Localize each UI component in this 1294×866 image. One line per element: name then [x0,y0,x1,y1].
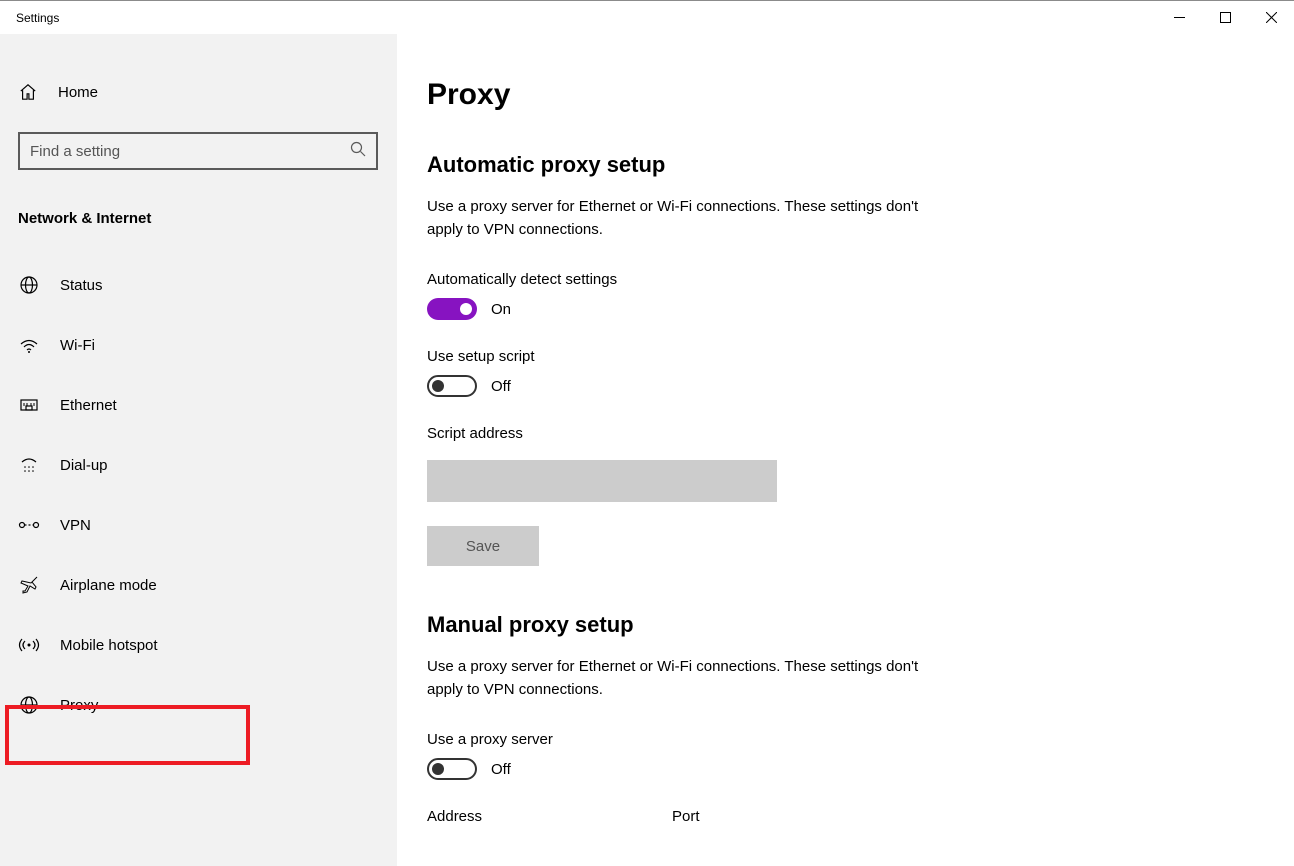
sidebar-nav: Status Wi-Fi Ethernet Dial-up VPN [18,255,379,735]
search-icon [350,141,366,162]
vpn-icon [18,518,40,532]
auto-detect-label: Automatically detect settings [427,271,1294,288]
sidebar-item-vpn[interactable]: VPN [18,495,379,555]
use-proxy-state: Off [491,761,511,778]
status-icon [18,275,40,295]
minimize-icon [1174,12,1185,23]
nav-home-label: Home [58,84,98,101]
window-title: Settings [16,11,59,25]
sidebar-item-wifi[interactable]: Wi-Fi [18,315,379,375]
sidebar-item-label: Dial-up [60,457,108,474]
use-script-toggle[interactable] [427,375,477,397]
proxy-icon [18,695,40,715]
script-address-label: Script address [427,425,1294,442]
sidebar-item-label: Status [60,277,103,294]
main-content: Proxy Automatic proxy setup Use a proxy … [397,34,1294,866]
sidebar-item-airplane[interactable]: Airplane mode [18,555,379,615]
airplane-icon [18,575,40,595]
auto-detect-state: On [491,301,511,318]
sidebar-item-status[interactable]: Status [18,255,379,315]
use-script-state: Off [491,378,511,395]
manual-proxy-heading: Manual proxy setup [427,612,1294,638]
sidebar: Home Network & Internet Status Wi-Fi [0,34,397,866]
search-input[interactable] [30,143,350,160]
sidebar-item-label: Ethernet [60,397,117,414]
dialup-icon [18,455,40,475]
address-label: Address [427,808,482,825]
manual-proxy-desc: Use a proxy server for Ethernet or Wi-Fi… [427,656,957,701]
maximize-icon [1220,12,1231,23]
sidebar-item-label: Airplane mode [60,577,157,594]
ethernet-icon [18,395,40,415]
search-box[interactable] [18,132,378,170]
sidebar-item-dialup[interactable]: Dial-up [18,435,379,495]
wifi-icon [18,335,40,355]
minimize-button[interactable] [1156,1,1202,35]
hotspot-icon [18,636,40,654]
sidebar-item-label: Mobile hotspot [60,637,158,654]
close-button[interactable] [1248,1,1294,35]
sidebar-item-proxy[interactable]: Proxy [18,675,379,735]
sidebar-item-label: Wi-Fi [60,337,95,354]
sidebar-item-ethernet[interactable]: Ethernet [18,375,379,435]
close-icon [1266,12,1277,23]
sidebar-item-hotspot[interactable]: Mobile hotspot [18,615,379,675]
port-label: Port [672,808,700,825]
titlebar: Settings [0,0,1294,34]
use-script-label: Use setup script [427,348,1294,365]
page-title: Proxy [427,78,1294,112]
sidebar-item-label: Proxy [60,697,98,714]
auto-detect-toggle[interactable] [427,298,477,320]
nav-home[interactable]: Home [18,70,379,114]
use-proxy-toggle[interactable] [427,758,477,780]
sidebar-section-label: Network & Internet [18,210,379,227]
save-button: Save [427,526,539,566]
maximize-button[interactable] [1202,1,1248,35]
sidebar-item-label: VPN [60,517,91,534]
script-address-input [427,460,777,502]
use-proxy-label: Use a proxy server [427,731,1294,748]
auto-proxy-desc: Use a proxy server for Ethernet or Wi-Fi… [427,196,957,241]
home-icon [18,83,38,101]
auto-proxy-heading: Automatic proxy setup [427,152,1294,178]
